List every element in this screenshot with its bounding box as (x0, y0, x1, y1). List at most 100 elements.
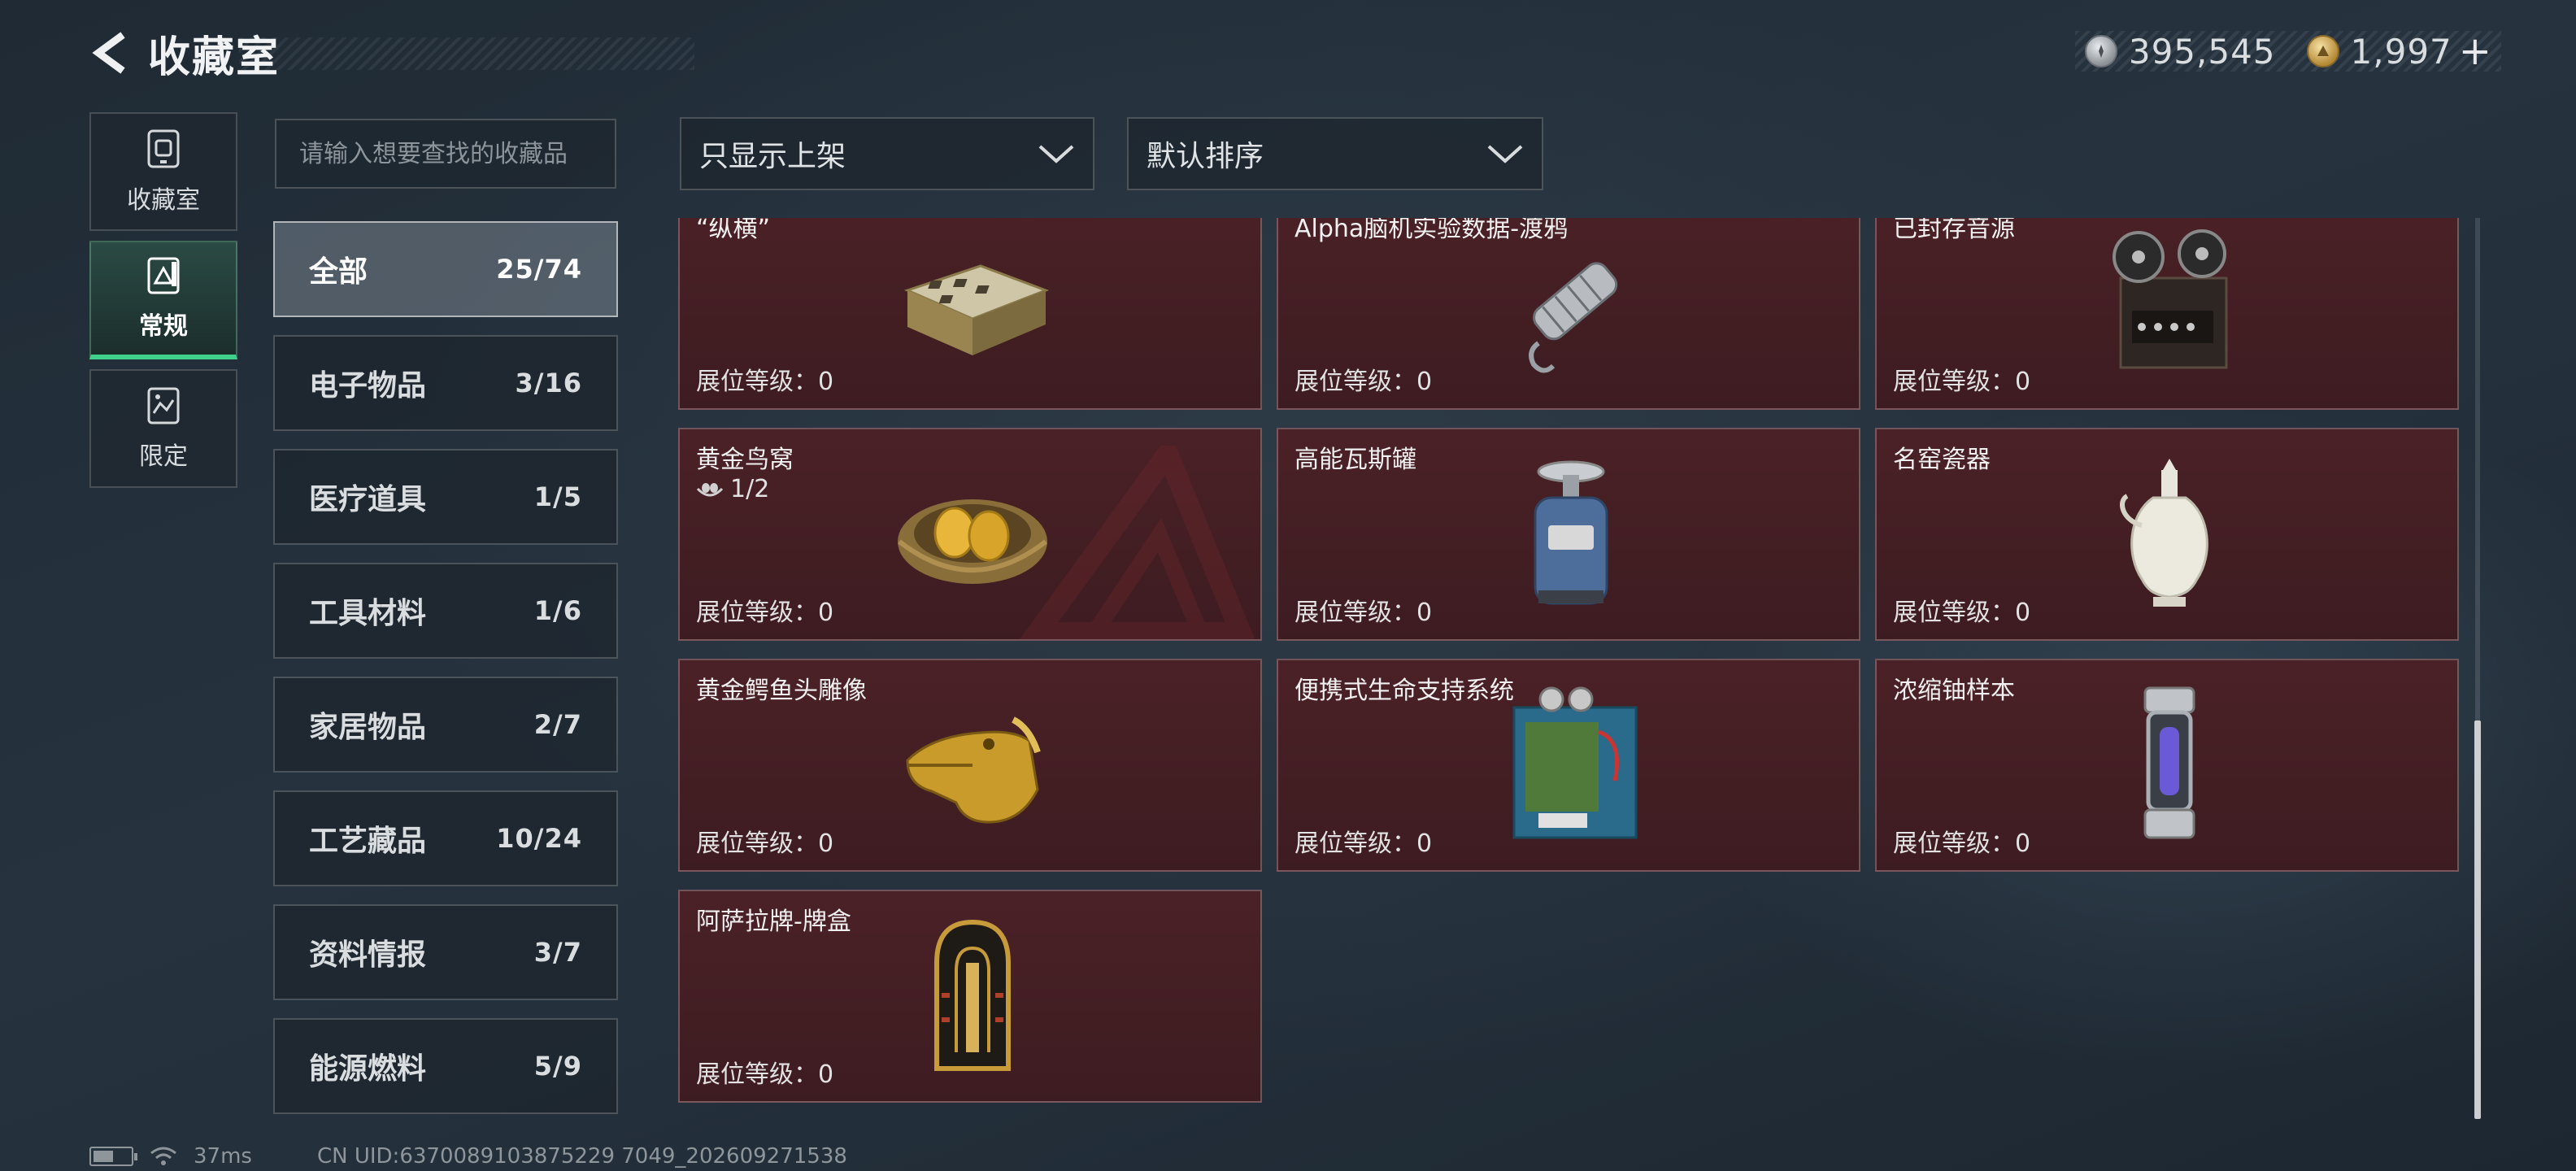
category-count: 10/24 (496, 823, 582, 854)
sort-value: 默认排序 (1147, 140, 1264, 173)
tab-label: 常规 (139, 312, 188, 341)
category-count: 2/7 (533, 709, 582, 740)
item-grid-viewport: “纵横” 展位等级：0 Alpha脑机实验数据-渡鸦 展位等级：0 已封存音源 … (678, 218, 2464, 1122)
item-card[interactable]: 便携式生命支持系统 展位等级：0 (1277, 659, 1860, 872)
regular-icon (147, 257, 180, 294)
data-drive-icon (1490, 221, 1652, 384)
item-grid: “纵横” 展位等级：0 Alpha脑机实验数据-渡鸦 展位等级：0 已封存音源 … (678, 218, 2459, 1103)
user-uid: CN UID:6370089103875229 7049_20260927153… (316, 1144, 847, 1169)
category-name: 医疗道具 (309, 483, 427, 516)
item-name: 黄金鳄鱼头雕像 (696, 677, 867, 705)
title-wrap: 收藏室 (133, 24, 695, 82)
category-all[interactable]: 全部 25/74 (273, 221, 618, 317)
porcelain-vase-icon (2088, 452, 2251, 615)
booth-level: 展位等级：0 (1295, 829, 1433, 858)
ping-value: 37ms (194, 1144, 252, 1169)
sort-dropdown[interactable]: 默认排序 (1127, 117, 1543, 190)
booth-level: 展位等级：0 (1295, 599, 1433, 627)
item-card[interactable]: 浓缩铀样本 展位等级：0 (1875, 659, 2459, 872)
battery-icon (89, 1147, 137, 1166)
item-name: 阿萨拉牌-牌盒 (696, 908, 851, 936)
tab-collection-room[interactable]: 收藏室 (89, 112, 237, 231)
tab-label: 收藏室 (127, 186, 200, 215)
item-card[interactable]: Alpha脑机实验数据-渡鸦 展位等级：0 (1277, 218, 1860, 410)
category-household[interactable]: 家居物品 2/7 (273, 677, 618, 773)
category-medical[interactable]: 医疗道具 1/5 (273, 449, 618, 545)
tab-limited[interactable]: 限定 (89, 369, 237, 488)
search-box (275, 119, 616, 189)
back-button[interactable] (88, 24, 133, 81)
booth-level: 展位等级：0 (1295, 368, 1433, 396)
item-card[interactable]: “纵横” 展位等级：0 (678, 218, 1262, 410)
category-name: 能源燃料 (309, 1052, 427, 1086)
item-name: 已封存音源 (1893, 218, 2015, 243)
booth-level: 展位等级：0 (696, 368, 834, 396)
gold-amount: 1,997 (2350, 31, 2452, 72)
item-progress: 1/2 (696, 475, 769, 503)
category-name: 工艺藏品 (309, 825, 427, 858)
booth-level: 展位等级：0 (1893, 829, 2031, 858)
category-name: 全部 (309, 255, 368, 289)
category-count: 1/5 (533, 481, 582, 512)
category-tools[interactable]: 工具材料 1/6 (273, 563, 618, 659)
item-name: 黄金鸟窝 (696, 446, 794, 474)
booth-level: 展位等级：0 (696, 599, 834, 627)
tab-label: 限定 (139, 442, 188, 471)
item-card[interactable]: 高能瓦斯罐 展位等级：0 (1277, 428, 1860, 641)
category-crafts[interactable]: 工艺藏品 10/24 (273, 790, 618, 886)
limited-icon (147, 387, 180, 424)
display-filter-value: 只显示上架 (699, 140, 846, 173)
item-card[interactable]: 黄金鸟窝 1/2 展位等级：0 (678, 428, 1262, 641)
gold-coin-icon (2306, 35, 2339, 67)
collection-room-icon (147, 129, 180, 168)
category-electronics[interactable]: 电子物品 3/16 (273, 335, 618, 431)
grid-scrollbar-thumb[interactable] (2474, 720, 2481, 1119)
category-name: 家居物品 (309, 711, 427, 744)
display-filter-dropdown[interactable]: 只显示上架 (680, 117, 1094, 190)
status-bar: 37ms CN UID:6370089103875229 7049_202609… (89, 1142, 847, 1171)
category-count: 3/16 (515, 368, 582, 398)
add-currency-button[interactable]: + (2459, 28, 2491, 74)
category-name: 工具材料 (309, 597, 427, 630)
category-list: 全部 25/74 电子物品 3/16 医疗道具 1/5 工具材料 1/6 家居物… (273, 221, 618, 1132)
item-card[interactable]: 阿萨拉牌-牌盒 展位等级：0 (678, 890, 1262, 1103)
silver-coin-icon (2084, 35, 2117, 67)
item-name: 浓缩铀样本 (1893, 677, 2015, 705)
item-card[interactable]: 已封存音源 展位等级：0 (1875, 218, 2459, 410)
wifi-icon (150, 1147, 176, 1165)
item-progress-value: 1/2 (730, 475, 770, 503)
category-name: 电子物品 (309, 369, 427, 403)
category-energy[interactable]: 能源燃料 5/9 (273, 1018, 618, 1114)
chevron-down-icon (1487, 145, 1523, 163)
item-card[interactable]: 名窑瓷器 展位等级：0 (1875, 428, 2459, 641)
category-count: 1/6 (533, 595, 582, 626)
search-input[interactable] (299, 139, 615, 168)
page-title: 收藏室 (148, 33, 281, 82)
category-name: 资料情报 (309, 938, 427, 972)
gas-canister-icon (1490, 452, 1652, 615)
gold-crocodile-icon (891, 683, 1054, 846)
header: 收藏室 (88, 24, 695, 82)
item-name: 便携式生命支持系统 (1295, 677, 1514, 705)
category-count: 25/74 (496, 254, 582, 285)
booth-level: 展位等级：0 (696, 829, 834, 858)
booth-level: 展位等级：0 (696, 1060, 834, 1089)
category-intel[interactable]: 资料情报 3/7 (273, 904, 618, 1000)
uranium-sample-icon (2088, 683, 2251, 846)
nest-small-icon (696, 482, 724, 496)
golden-nest-icon (891, 452, 1054, 615)
side-tabs: 收藏室 常规 限定 (89, 112, 237, 498)
reel-recorder-icon (2088, 221, 2251, 384)
item-card[interactable]: 黄金鳄鱼头雕像 展位等级：0 (678, 659, 1262, 872)
item-name: “纵横” (696, 218, 771, 243)
currency-bar: 395,545 1,997 + (2074, 28, 2501, 74)
tab-regular[interactable]: 常规 (89, 241, 237, 359)
card-box-icon (891, 914, 1054, 1077)
category-count: 5/9 (533, 1051, 582, 1082)
chevron-down-icon (1038, 145, 1074, 163)
category-count: 3/7 (533, 937, 582, 968)
silver-amount: 395,545 (2128, 31, 2276, 72)
back-arrow-icon (92, 32, 125, 74)
item-name: 名窑瓷器 (1893, 446, 1991, 474)
life-support-icon (1490, 683, 1652, 846)
